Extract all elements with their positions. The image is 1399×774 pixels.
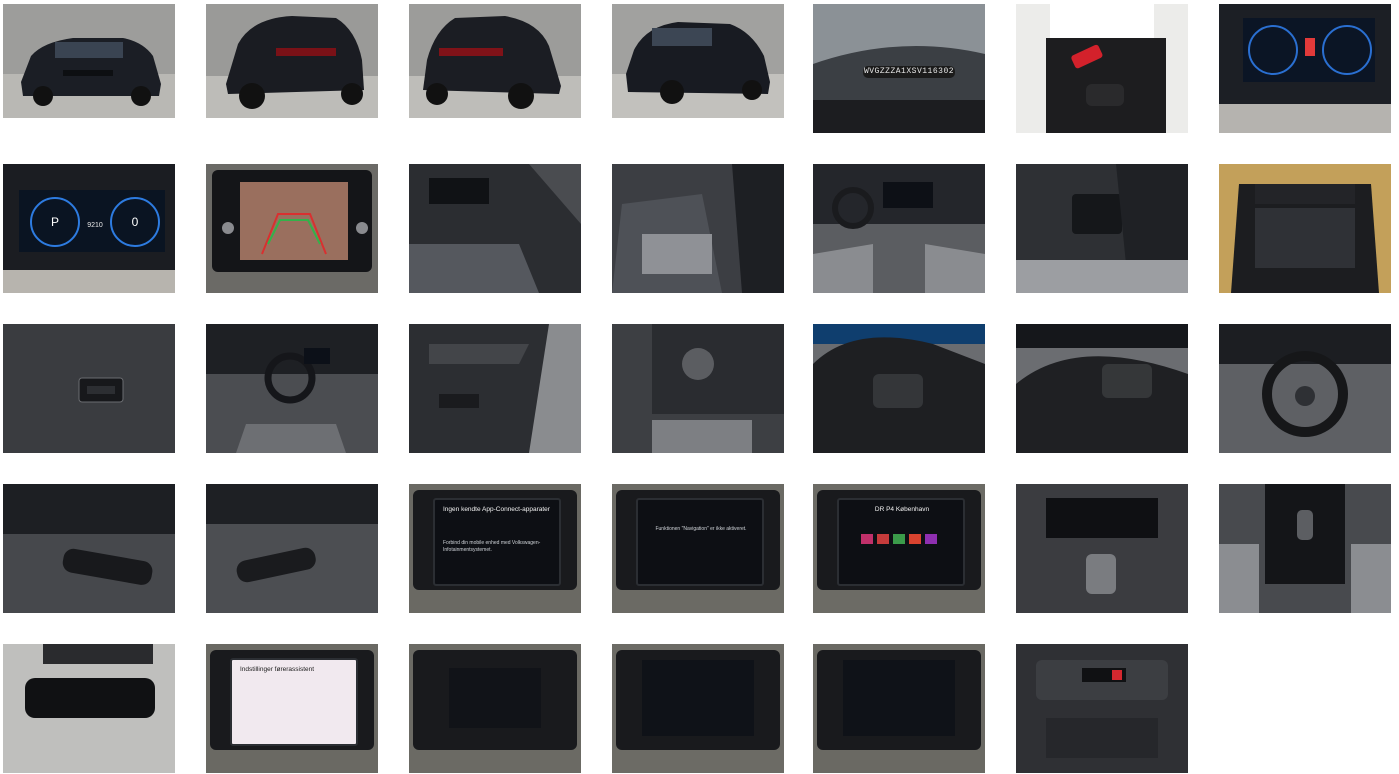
infotainment-screen: Ingen kendte App-Connect-apparater Forbi… [433,498,561,586]
gallery-thumb-20[interactable] [1016,324,1188,453]
photo-light-switch [612,324,784,453]
gallery-thumb-4[interactable] [612,4,784,118]
photo-steering-wheel-full [1219,324,1391,453]
screen-title: Indstillinger førerassistent [240,666,315,673]
photo-interior-driver-door [409,164,581,293]
gallery-thumb-6[interactable] [1016,4,1188,133]
infotainment-screen: Funktionen "Navigation" er ikke aktivere… [636,498,764,586]
photo-gear-selector [1219,484,1391,613]
gallery-thumb-19[interactable] [813,324,985,453]
svg-text:P: P [51,215,59,229]
gallery-thumb-21[interactable] [1219,324,1391,453]
gallery-thumb-33[interactable] [813,644,985,773]
gallery-thumb-18[interactable] [612,324,784,453]
photo-head-unit-bezel [813,644,985,773]
gallery-thumb-27[interactable] [1016,484,1188,613]
infotainment-screen: DR P4 København [837,498,965,586]
screen-text: Forbind din mobile enhed med Volkswagen-… [443,540,541,553]
gallery-thumb-12[interactable] [813,164,985,293]
gallery-thumb-34[interactable] [1016,644,1188,773]
photo-boot-open [1219,164,1391,293]
gallery-thumb-31[interactable] [409,644,581,773]
photo-keys [1016,4,1188,133]
gallery-thumb-22[interactable] [3,484,175,613]
photo-car-rear-right [409,4,581,118]
photo-head-unit-bezel [409,644,581,773]
gallery-thumb-14[interactable] [1219,164,1391,293]
gallery-thumb-9[interactable] [206,164,378,293]
gallery-thumb-16[interactable] [206,324,378,453]
photo-steering-wheel-right [813,324,985,453]
photo-rear-vents [1016,164,1188,293]
gallery-thumb-28[interactable] [1219,484,1391,613]
photo-head-unit-bezel [612,644,784,773]
gallery-thumb-8[interactable]: P 0 9210 [3,164,175,293]
gallery-thumb-3[interactable] [409,4,581,118]
gallery-thumb-17[interactable] [409,324,581,453]
infotainment-screen: Indstillinger førerassistent [230,658,358,746]
photo-rear-seats [612,164,784,293]
photo-reversing-camera [206,164,378,293]
gallery-thumb-2[interactable] [206,4,378,118]
photo-car-front-right [612,4,784,118]
photo-indicator-stalk [206,484,378,613]
gallery-thumb-24[interactable]: Ingen kendte App-Connect-apparater Forbi… [409,484,581,613]
radio-preset-icons [861,534,937,544]
photo-rear-view-mirror [3,644,175,773]
gallery-thumb-25[interactable]: Funktionen "Navigation" er ikke aktivere… [612,484,784,613]
photo-wiper-stalk [3,484,175,613]
vin-label: WVGZZZA1XSV116302 [863,66,955,78]
photo-gallery: WVGZZZA1XSV116302 P 0 9210 Ingen kendte … [3,4,1393,774]
gallery-thumb-7[interactable] [1219,4,1391,133]
gallery-thumb-10[interactable] [409,164,581,293]
gallery-thumb-11[interactable] [612,164,784,293]
photo-center-console [1016,484,1188,613]
gallery-thumb-5[interactable]: WVGZZZA1XSV116302 [813,4,985,133]
gallery-thumb-23[interactable] [206,484,378,613]
photo-overhead-console [1016,644,1188,773]
photo-car-front [3,4,175,118]
screen-text: Funktionen "Navigation" er ikke aktivere… [655,526,747,532]
svg-text:0: 0 [132,215,139,229]
gallery-thumb-26[interactable]: DR P4 København [813,484,985,613]
gallery-thumb-15[interactable] [3,324,175,453]
gallery-thumb-29[interactable] [3,644,175,773]
photo-car-rear [206,4,378,118]
photo-boot-switch [3,324,175,453]
gallery-thumb-32[interactable] [612,644,784,773]
photo-dashboard [813,164,985,293]
screen-title: Ingen kendte App-Connect-apparater [443,506,550,513]
photo-instrument-cluster [1219,4,1391,133]
odometer-label: 9210 [87,222,103,229]
gallery-thumb-13[interactable] [1016,164,1188,293]
gallery-thumb-1[interactable] [3,4,175,118]
photo-cockpit-left [206,324,378,453]
gallery-thumb-30[interactable]: Indstillinger førerassistent [206,644,378,773]
photo-steering-wheel-left [1016,324,1188,453]
photo-door-panel [409,324,581,453]
